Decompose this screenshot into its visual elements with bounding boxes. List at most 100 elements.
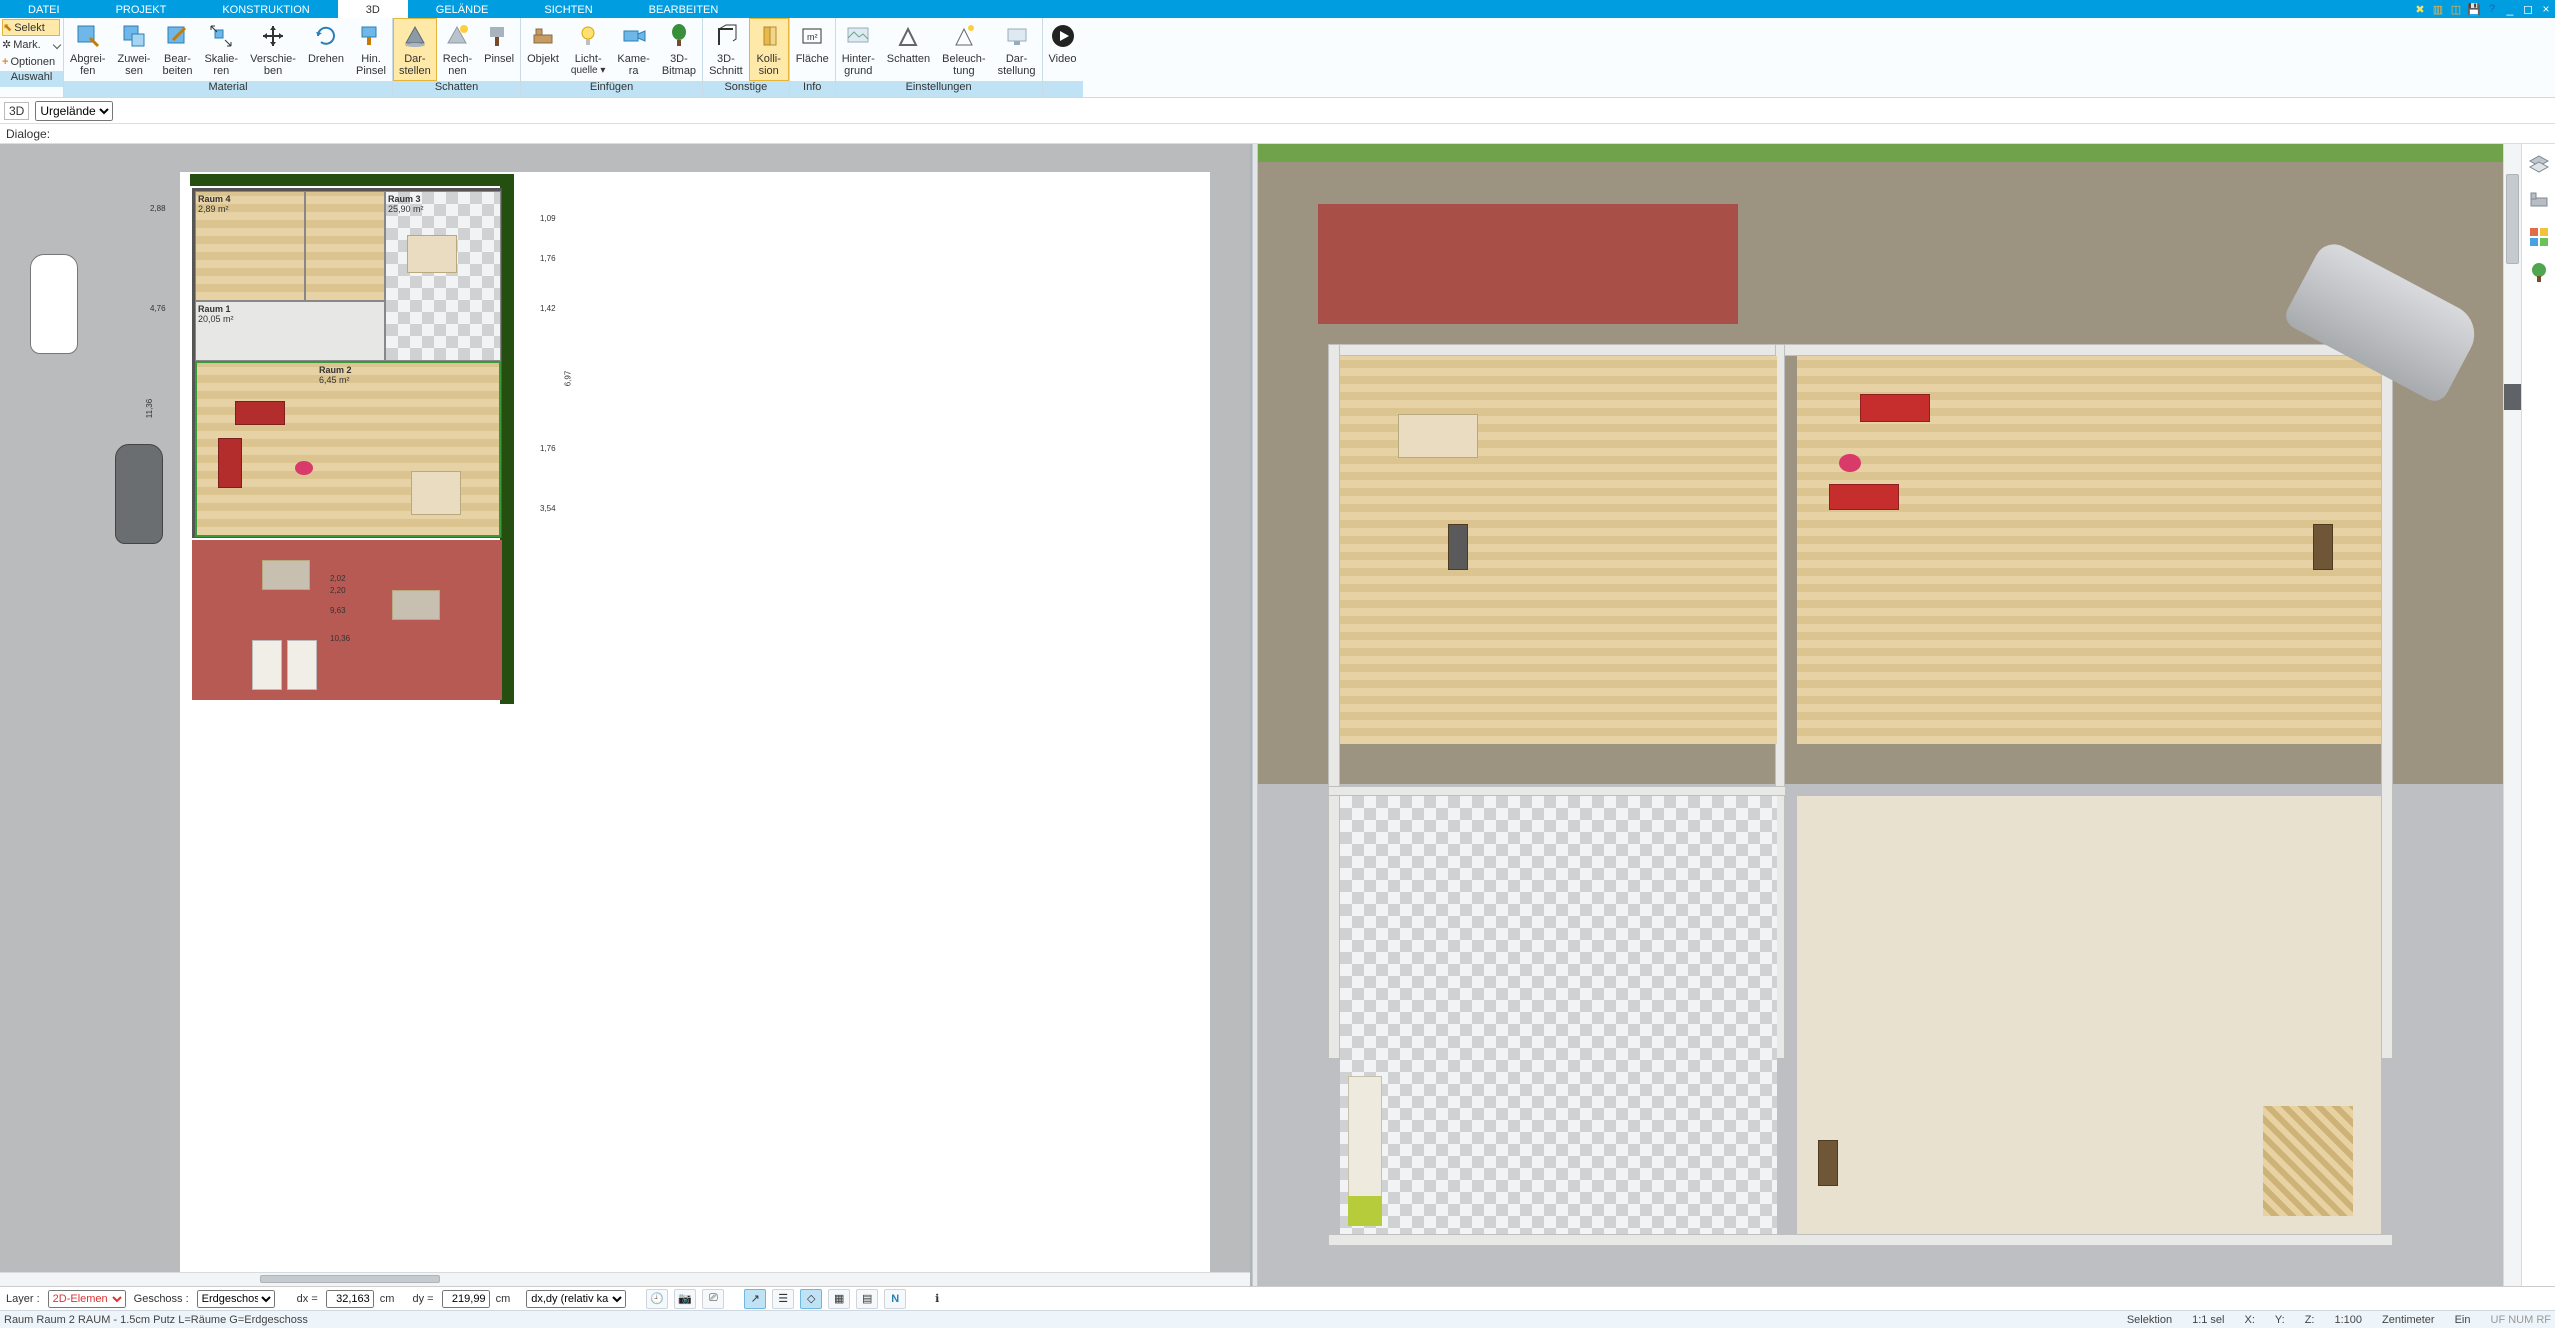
menu-tab-konstruktion[interactable]: KONSTRUKTION — [194, 0, 337, 18]
status-x: X: — [2245, 1314, 2255, 1326]
dialoge-bar: Dialoge: — [0, 124, 2555, 144]
geschoss-select[interactable]: Erdgeschos — [197, 1290, 275, 1308]
tool-grid-large-icon[interactable]: ▤ — [856, 1289, 878, 1309]
ribbon-drehen[interactable]: Drehen — [302, 18, 350, 81]
ribbon-hinpinsel[interactable]: Hin.Pinsel — [350, 18, 392, 81]
options-button[interactable]: +Optionen — [2, 53, 60, 70]
maximize-button[interactable]: ◻ — [2519, 0, 2537, 18]
ribbon-darstellen[interactable]: Dar-stellen — [393, 18, 437, 81]
tool-plane-icon[interactable]: ◇ — [800, 1289, 822, 1309]
3d-view[interactable] — [1258, 144, 2503, 1286]
dx-unit: cm — [380, 1293, 395, 1305]
ribbon-darstellung[interactable]: Dar-stellung — [992, 18, 1042, 81]
menu-bar: DATEI PROJEKT KONSTRUKTION 3D GELÄNDE SI… — [0, 0, 2555, 18]
side-handle[interactable] — [2504, 384, 2521, 410]
layers-icon[interactable] — [2528, 154, 2550, 176]
menu-tab-3d[interactable]: 3D — [338, 0, 408, 18]
layer-select[interactable]: 2D-Elemen — [48, 1290, 126, 1308]
tool-arrow-icon[interactable]: ↗ — [744, 1289, 766, 1309]
select-mode[interactable]: ⬉Selekt — [2, 19, 60, 36]
ribbon-schatten-settings[interactable]: Schatten — [881, 18, 936, 81]
tool-camera-icon[interactable]: 📷 — [674, 1289, 696, 1309]
ribbon-objekt[interactable]: Objekt — [521, 18, 565, 81]
ribbon-3d-schnitt[interactable]: 3D-Schnitt — [703, 18, 749, 81]
context-bar: 3D Urgelände — [0, 98, 2555, 124]
dx-input[interactable] — [326, 1290, 374, 1308]
dx-label: dx = — [297, 1293, 318, 1305]
status-ratio: 1:1 sel — [2192, 1314, 2224, 1326]
close-button[interactable]: × — [2537, 0, 2555, 18]
group-label-auswahl: Auswahl — [0, 71, 63, 87]
menu-tab-sichten[interactable]: SICHTEN — [516, 0, 620, 18]
coord-mode-select[interactable]: dx,dy (relativ ka — [526, 1290, 626, 1308]
group-label-schatten: Schatten — [393, 81, 520, 97]
save-icon[interactable]: 💾 — [2465, 0, 2483, 18]
tool-snap-icon[interactable]: ⎚ — [702, 1289, 724, 1309]
view-tag-3d: 3D — [4, 102, 29, 120]
tool-grid-small-icon[interactable]: ▦ — [828, 1289, 850, 1309]
menu-tab-datei[interactable]: DATEI — [0, 0, 88, 18]
status-ein: Ein — [2455, 1314, 2471, 1326]
ribbon-zuweisen[interactable]: Zuwei-sen — [111, 18, 156, 81]
group-label-einstellungen: Einstellungen — [836, 81, 1042, 97]
tool-north-icon[interactable]: N — [884, 1289, 906, 1309]
hscrollbar-2d[interactable] — [0, 1272, 1250, 1286]
help-icon[interactable]: ? — [2483, 0, 2501, 18]
ribbon-skalieren[interactable]: Skalie-ren — [198, 18, 244, 81]
group-label-video — [1043, 81, 1083, 97]
workspace: Raum 42,89 m² Raum 325,90 m² Raum 120,05… — [0, 144, 2555, 1286]
mark-mode[interactable]: ✲Mark. — [2, 36, 60, 53]
ribbon-beleuchtung[interactable]: Beleuch-tung — [936, 18, 991, 81]
dy-unit: cm — [496, 1293, 511, 1305]
status-unit: Zentimeter — [2382, 1314, 2435, 1326]
new-window-icon[interactable]: ◫ — [2447, 0, 2465, 18]
terrain-select[interactable]: Urgelände — [35, 101, 113, 121]
group-label-sonstige: Sonstige — [703, 81, 789, 97]
tool-layers-icon[interactable]: ☰ — [772, 1289, 794, 1309]
status-selection-info: Raum Raum 2 RAUM - 1.5cm Putz L=Räume G=… — [4, 1314, 308, 1326]
ribbon-abgreifen[interactable]: Abgrei-fen — [64, 18, 111, 81]
ribbon-pinsel[interactable]: Pinsel — [478, 18, 520, 81]
status-scale: 1:100 — [2334, 1314, 2362, 1326]
menu-tab-bearbeiten[interactable]: BEARBEITEN — [621, 0, 747, 18]
ribbon-3d-bitmap[interactable]: 3D-Bitmap — [656, 18, 702, 81]
group-label-info: Info — [790, 81, 835, 97]
tree-icon[interactable] — [2528, 262, 2550, 284]
ribbon-rechnen[interactable]: Rech-nen — [437, 18, 478, 81]
window-list-icon[interactable]: ▥ — [2429, 0, 2447, 18]
ribbon-bearbeiten[interactable]: Bear-beiten — [156, 18, 198, 81]
materials-icon[interactable] — [2528, 226, 2550, 248]
tools-icon[interactable]: ✖ — [2411, 0, 2429, 18]
car-grey-2d — [115, 444, 163, 544]
ribbon-kollision[interactable]: Kolli-sion — [749, 18, 789, 81]
dialoge-label: Dialoge: — [6, 127, 50, 141]
status-selektion: Selektion — [2127, 1314, 2172, 1326]
dy-label: dy = — [412, 1293, 433, 1305]
plan-2d-view[interactable]: Raum 42,89 m² Raum 325,90 m² Raum 120,05… — [0, 144, 1252, 1286]
side-toolbar — [2521, 144, 2555, 1286]
car-white-2d — [30, 254, 78, 354]
status-flags: UF NUM RF — [2491, 1314, 2552, 1326]
menu-tab-projekt[interactable]: PROJEKT — [88, 0, 195, 18]
group-label-einfuegen: Einfügen — [521, 81, 702, 97]
menu-tab-gelaende[interactable]: GELÄNDE — [408, 0, 517, 18]
tool-info-icon[interactable]: ℹ — [926, 1289, 948, 1309]
dy-input[interactable] — [442, 1290, 490, 1308]
ribbon-lichtquelle[interactable]: Licht-quelle ▾ — [565, 18, 612, 81]
ribbon-kamera[interactable]: Kame-ra — [611, 18, 655, 81]
layer-label: Layer : — [6, 1293, 40, 1305]
tool-clock-icon[interactable]: 🕘 — [646, 1289, 668, 1309]
ribbon-flaeche[interactable]: m²Fläche — [790, 18, 835, 81]
ribbon-video[interactable]: Video — [1043, 18, 1083, 81]
geschoss-label: Geschoss : — [134, 1293, 189, 1305]
vscrollbar-3d[interactable] — [2503, 144, 2521, 1286]
status-y: Y: — [2275, 1314, 2285, 1326]
furniture-icon[interactable] — [2528, 190, 2550, 212]
minimize-button[interactable]: _ — [2501, 0, 2519, 18]
status-bar: Raum Raum 2 RAUM - 1.5cm Putz L=Räume G=… — [0, 1310, 2555, 1328]
ribbon: ⬉Selekt ✲Mark. +Optionen Auswahl Abgrei-… — [0, 18, 2555, 98]
svg-text:m²: m² — [807, 32, 818, 42]
ribbon-hintergrund[interactable]: Hinter-grund — [836, 18, 881, 81]
status-z: Z: — [2305, 1314, 2315, 1326]
ribbon-verschieben[interactable]: Verschie-ben — [244, 18, 302, 81]
